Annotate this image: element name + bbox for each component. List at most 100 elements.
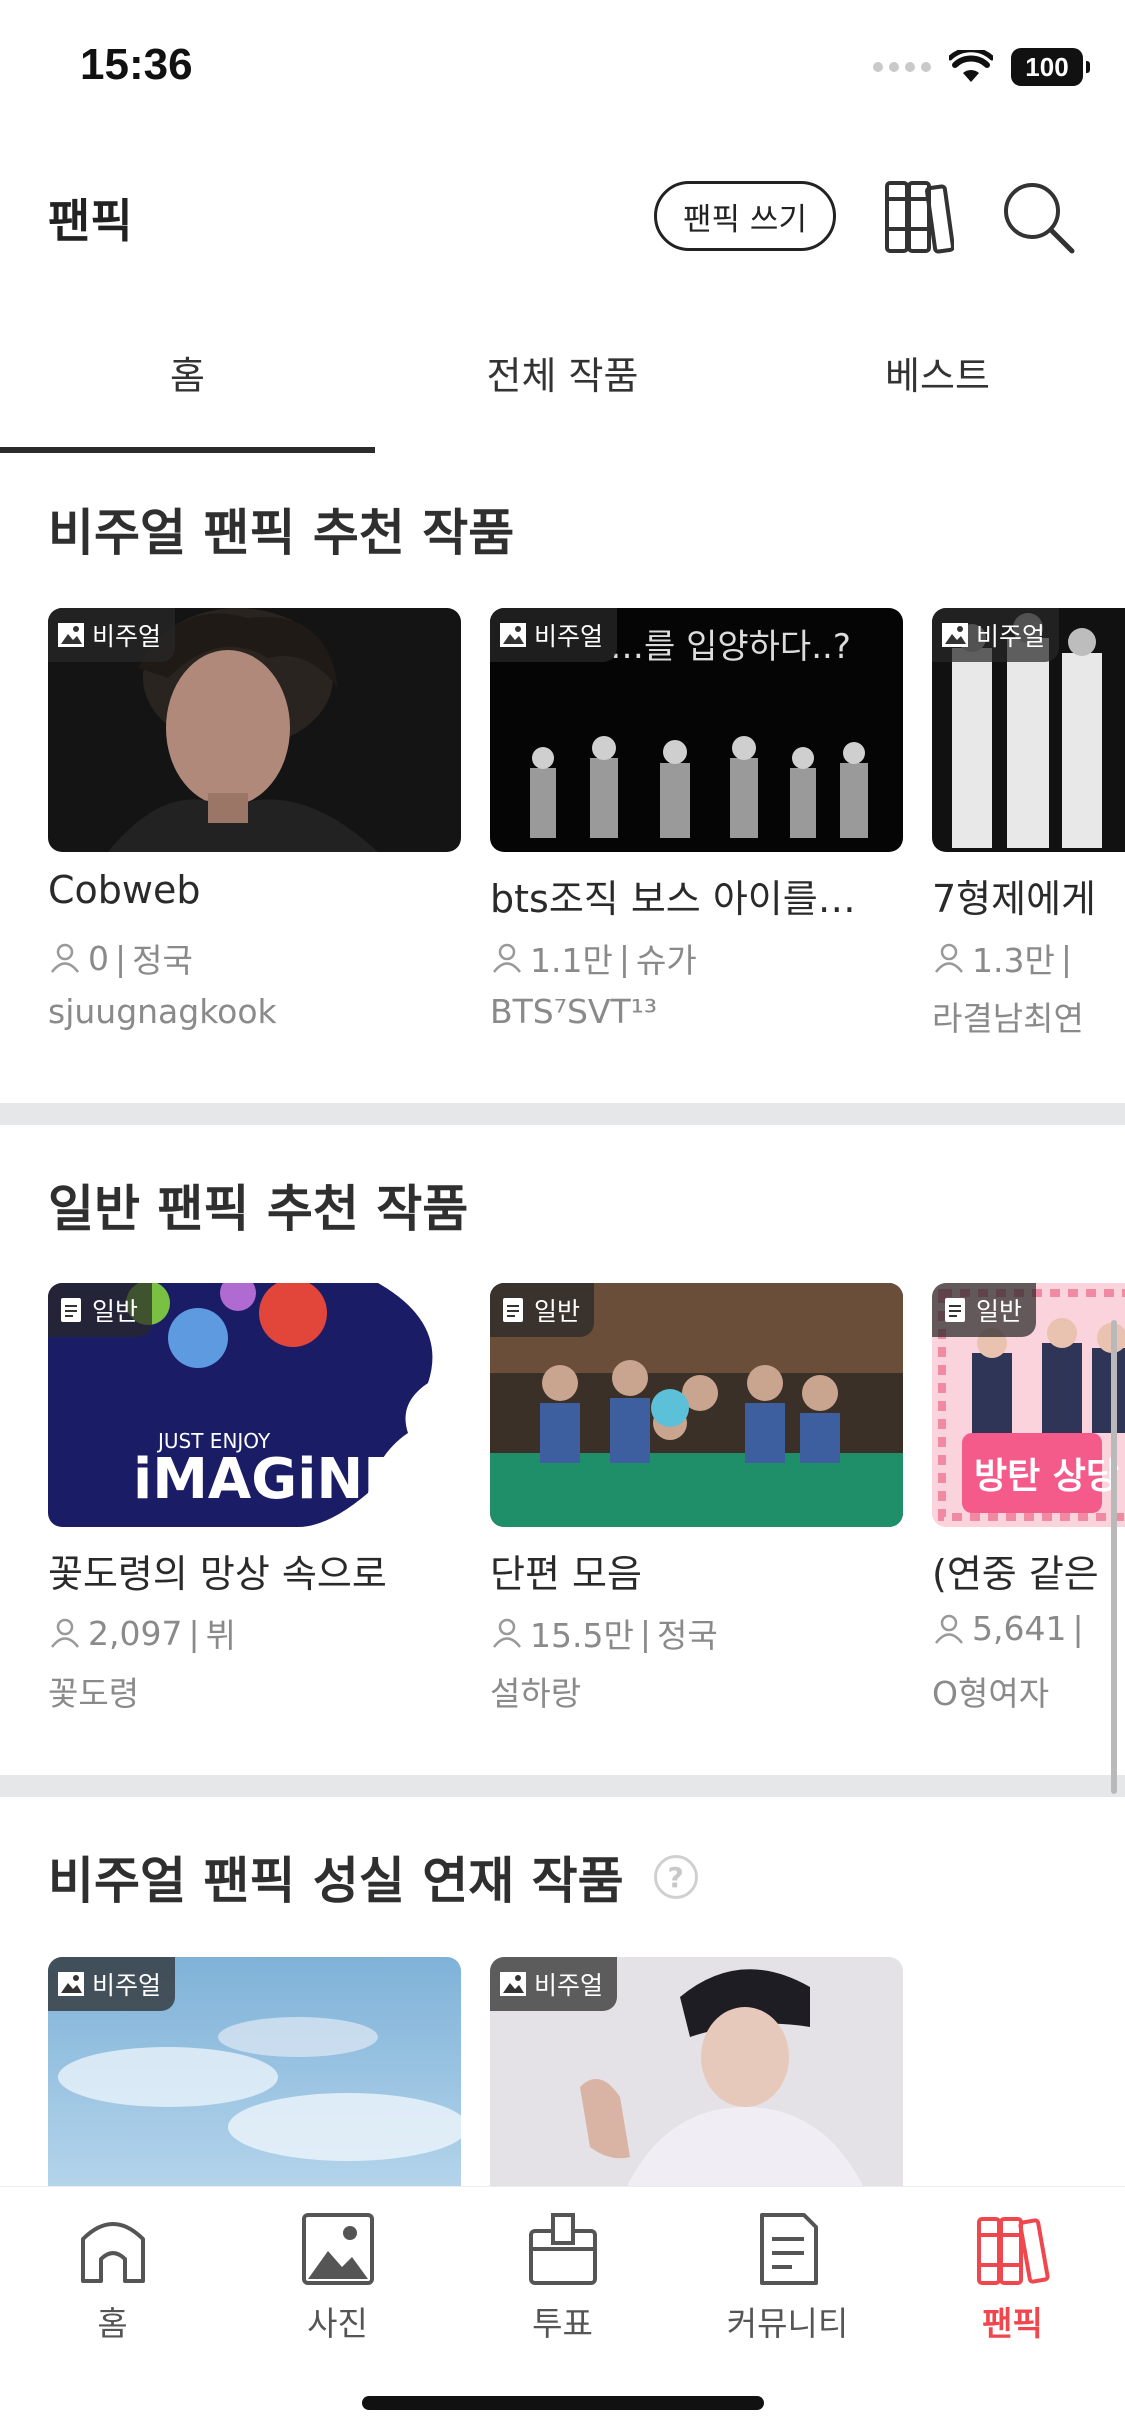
character-tag: 정국 — [132, 941, 193, 980]
home-icon — [80, 2222, 145, 2283]
write-fanfic-button[interactable]: 팬픽 쓰기 — [654, 181, 836, 251]
section-visual-recommended: 비주얼 팬픽 추천 작품 비주얼 Cobweb 0 | 정국 sjuugnagk… — [0, 453, 1125, 1103]
home-indicator — [362, 2396, 764, 2410]
author-name: 꽃도령 — [48, 1674, 140, 1713]
work-title: 꽃도령의 망상 속으로 — [48, 1552, 387, 1596]
view-count: 5,641 — [972, 1609, 1067, 1648]
card-carousel[interactable]: 비주얼 비주얼 — [48, 1957, 1125, 2187]
section-title: 일반 팬픽 추천 작품 — [48, 1180, 469, 1238]
thumb-caption: 방탄 상당 — [974, 1456, 1119, 1497]
section-title-text: 비주얼 팬픽 성실 연재 작품 — [48, 1852, 624, 1910]
section-title: 비주얼 팬픽 성실 연재 작품 ? — [48, 1841, 698, 1913]
document-icon — [61, 1298, 81, 1322]
badge-label: 비주얼 — [92, 622, 162, 651]
image-icon — [942, 623, 968, 647]
section-visual-serial: 비주얼 팬픽 성실 연재 작품 ? 비주얼 비주얼 — [0, 1797, 1125, 2187]
view-count: 15.5만 — [530, 1616, 634, 1655]
help-icon[interactable]: ? — [653, 1855, 698, 1899]
work-meta: 5,641 | — [932, 1609, 1084, 1648]
work-title: 단편 모음 — [490, 1552, 642, 1596]
work-meta: 1.3만 | — [932, 934, 1072, 982]
status-time: 15:36 — [80, 40, 193, 89]
vote-icon — [528, 2213, 597, 2285]
nav-label: 사진 — [307, 2304, 368, 2343]
general-badge: 일반 — [932, 1283, 1037, 1337]
thumb-caption: …를 입양하다..? — [610, 627, 851, 667]
photo-icon — [301, 2213, 374, 2285]
image-icon — [58, 623, 84, 647]
section-divider — [0, 1103, 1125, 1125]
cellular-signal-icon — [873, 62, 931, 72]
image-icon — [500, 623, 526, 647]
tab-best[interactable]: 베스트 — [750, 325, 1125, 453]
status-indicators: 100 — [873, 48, 1090, 86]
document-icon — [503, 1298, 523, 1322]
thumbnail[interactable]: 일반 — [490, 1283, 903, 1527]
thumbnail[interactable]: 비주얼 — [490, 1957, 903, 2187]
visual-badge: 비주얼 — [490, 1957, 618, 2011]
badge-label: 일반 — [976, 1297, 1023, 1326]
nav-item-home[interactable]: 홈 — [0, 2209, 225, 2345]
library-icon[interactable] — [884, 179, 954, 255]
work-meta: 2,097 | 뷔 — [48, 1609, 236, 1657]
general-badge: 일반 — [48, 1283, 153, 1337]
thumbnail[interactable]: 비주얼 — [48, 608, 461, 852]
section-title: 비주얼 팬픽 추천 작품 — [48, 504, 515, 562]
author-name: 라결남최연 — [932, 999, 1084, 1038]
tab-bar: 홈 전체 작품 베스트 — [0, 325, 1125, 453]
thumbnail[interactable]: …를 입양하다..? 비주얼 — [490, 608, 903, 852]
tab-home[interactable]: 홈 — [0, 325, 375, 453]
badge-label: 비주얼 — [92, 1971, 162, 2000]
view-count: 1.3만 — [972, 941, 1055, 980]
image-icon — [500, 1972, 526, 1996]
search-icon[interactable] — [1000, 179, 1076, 255]
work-title: 7형제에게 — [932, 877, 1097, 921]
nav-label: 팬픽 — [982, 2304, 1043, 2343]
person-icon — [51, 943, 79, 973]
tab-all-works[interactable]: 전체 작품 — [375, 325, 750, 453]
thumbnail[interactable]: JUST ENJOY iMAGiNE 일반 — [48, 1283, 461, 1527]
person-icon — [935, 1614, 963, 1644]
badge-label: 일반 — [92, 1297, 139, 1326]
fanfic-icon — [976, 2217, 1050, 2285]
author-name: O형여자 — [932, 1674, 1050, 1713]
badge-label: 비주얼 — [976, 622, 1046, 651]
thumbnail[interactable]: 비주얼 — [932, 608, 1125, 852]
thumbnail[interactable]: 방탄 상당 일반 — [932, 1283, 1125, 1527]
image-icon — [58, 1972, 84, 1996]
status-bar: 15:36 100 — [0, 0, 1125, 135]
app-header: 팬픽 팬픽 쓰기 — [0, 135, 1125, 295]
card-carousel[interactable]: JUST ENJOY iMAGiNE 일반 꽃도령의 망상 속으로 2,097 … — [48, 1283, 1125, 1783]
nav-item-photo[interactable]: 사진 — [225, 2209, 450, 2345]
character-tag: 뷔 — [205, 1616, 236, 1655]
person-icon — [493, 1618, 521, 1648]
section-divider — [0, 1775, 1125, 1797]
badge-label: 비주얼 — [534, 622, 604, 651]
author-name: 설하랑 — [490, 1674, 582, 1713]
nav-item-vote[interactable]: 투표 — [450, 2209, 675, 2345]
work-title: Cobweb — [48, 868, 201, 912]
nav-label: 커뮤니티 — [726, 2304, 849, 2343]
nav-label: 홈 — [97, 2304, 128, 2343]
thumbnail[interactable]: 비주얼 — [48, 1957, 461, 2187]
nav-label: 투표 — [532, 2304, 593, 2343]
view-count: 1.1만 — [530, 941, 613, 980]
nav-item-fanfic[interactable]: 팬픽 — [900, 2209, 1125, 2345]
battery-icon: 100 — [1011, 48, 1090, 86]
section-general-recommended: 일반 팬픽 추천 작품 JUST ENJOY iMAGiNE 일반 꽃도령의 망… — [0, 1125, 1125, 1775]
work-title: bts조직 보스 아이를… — [490, 877, 856, 921]
visual-badge: 비주얼 — [490, 608, 618, 662]
badge-label: 비주얼 — [534, 1971, 604, 2000]
person-icon — [493, 943, 521, 973]
badge-label: 일반 — [534, 1297, 581, 1326]
view-count: 0 — [88, 938, 109, 978]
card-carousel[interactable]: 비주얼 Cobweb 0 | 정국 sjuugnagkook …를 입양하다..… — [48, 608, 1125, 1108]
visual-badge: 비주얼 — [932, 608, 1060, 662]
work-meta: 15.5만 | 정국 — [490, 1609, 718, 1657]
character-tag: 정국 — [656, 1616, 718, 1655]
general-badge: 일반 — [490, 1283, 595, 1337]
work-meta: 1.1만 | 슈가 — [490, 934, 697, 982]
scrollbar[interactable] — [1111, 1320, 1117, 1794]
nav-item-community[interactable]: 커뮤니티 — [675, 2209, 900, 2345]
author-name: sjuugnagkook — [48, 992, 277, 1031]
